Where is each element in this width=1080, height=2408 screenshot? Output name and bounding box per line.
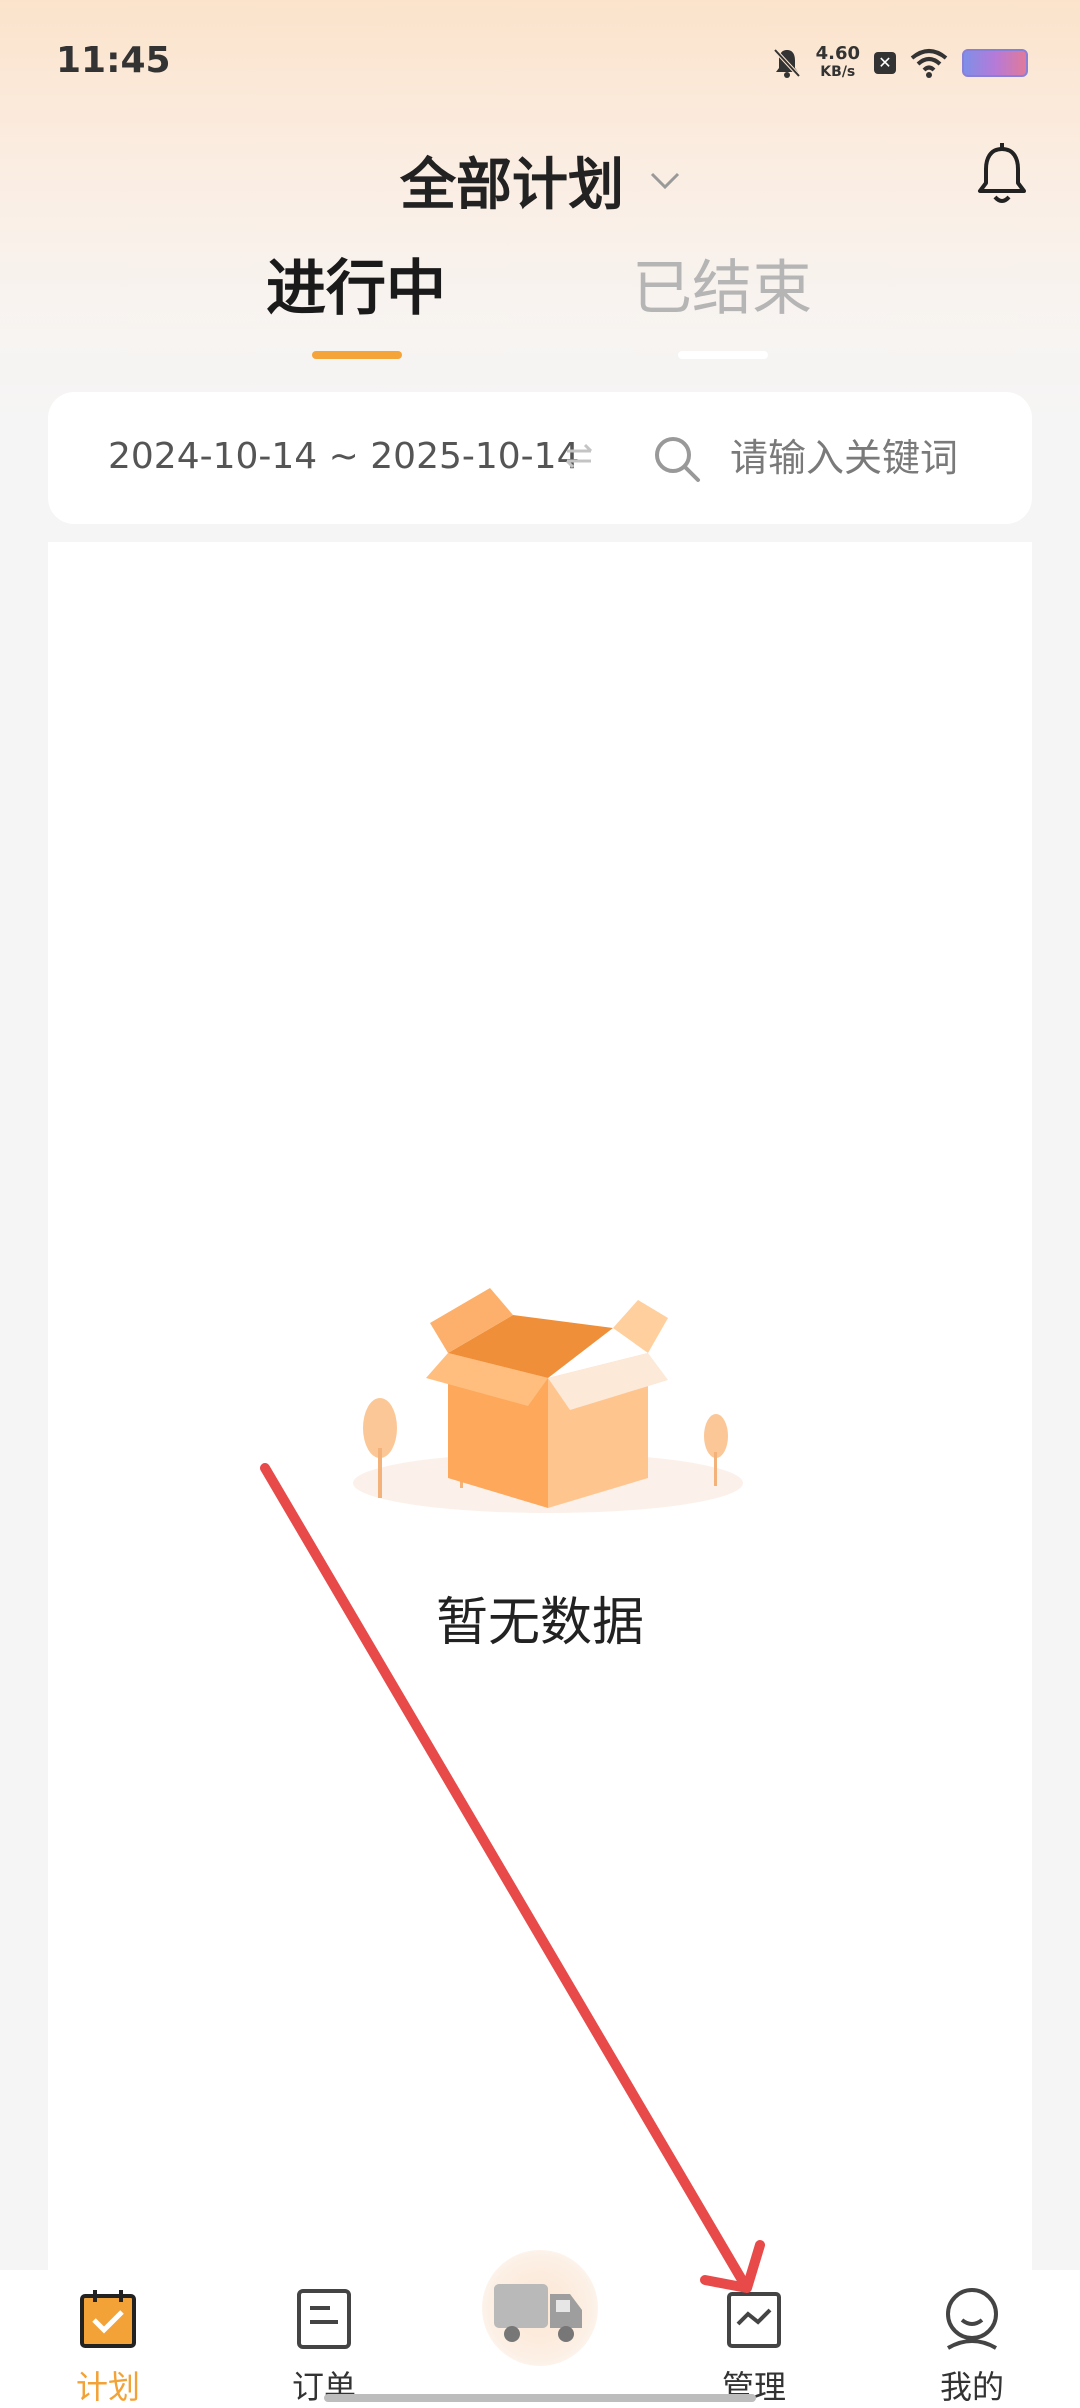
empty-box-icon (353, 1288, 743, 1513)
mute-bell-icon (773, 48, 801, 78)
plan-filter-dropdown[interactable]: 全部计划 (0, 140, 1080, 221)
empty-state-message: 暂无数据 (435, 1593, 644, 1653)
tab-indicator-active (312, 351, 402, 359)
search-icon (655, 437, 700, 482)
status-icons: 4.60 KB/s ✕ (772, 42, 1028, 84)
bell-icon[interactable] (976, 143, 1028, 205)
truck-icon (494, 2284, 582, 2342)
filter-bar: 2024-10-14 ~ 2025-10-14 (48, 392, 1032, 524)
status-time: 11:45 (56, 40, 171, 81)
chevron-down-icon (650, 172, 680, 189)
tab-ended[interactable]: 已结束 (632, 240, 812, 327)
tab-in-progress[interactable]: 进行中 (266, 240, 446, 327)
nav-item-mine[interactable]: 我的 (892, 2270, 1052, 2408)
chart-icon (727, 2292, 781, 2348)
nav-item-manage[interactable]: 管理 (674, 2270, 834, 2408)
home-indicator (324, 2394, 756, 2402)
page-title: 全部计划 (400, 153, 624, 218)
calendar-check-icon (80, 2290, 136, 2348)
nav-item-plan[interactable]: 计划 (28, 2270, 188, 2408)
wifi-icon (910, 49, 948, 78)
swap-icon[interactable] (563, 440, 595, 472)
date-range-picker[interactable]: 2024-10-14 ~ 2025-10-14 (108, 436, 579, 477)
nav-label-mine: 我的 (939, 2368, 1004, 2406)
close-box-icon: ✕ (874, 52, 896, 74)
battery-icon (962, 49, 1028, 77)
plan-list: 暂无数据 (48, 542, 1032, 2272)
search-input[interactable] (730, 428, 1010, 488)
status-bar: 11:45 4.60 KB/s ✕ (0, 0, 1080, 120)
document-icon (297, 2289, 351, 2349)
truck-button[interactable] (482, 2250, 598, 2366)
nav-label-plan: 计划 (75, 2368, 140, 2406)
user-icon (946, 2288, 998, 2350)
nav-item-orders[interactable]: 订单 (244, 2270, 404, 2408)
tab-indicator-inactive (678, 351, 768, 359)
net-speed: 4.60 KB/s (815, 43, 860, 81)
